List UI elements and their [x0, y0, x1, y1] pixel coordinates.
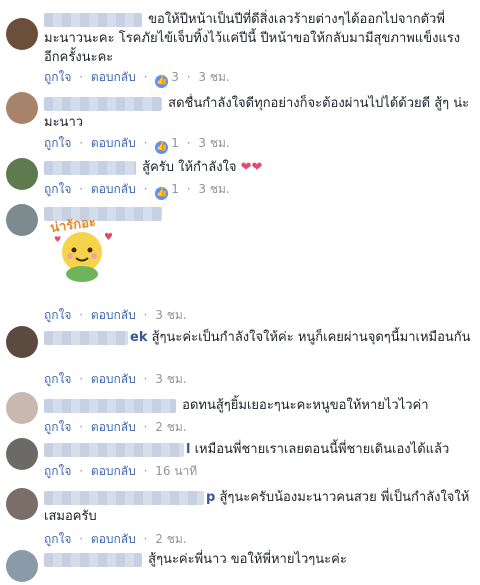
- commenter-name[interactable]: [44, 96, 162, 111]
- like-link[interactable]: ถูกใจ: [44, 70, 71, 84]
- timestamp[interactable]: 3 ชม.: [198, 70, 229, 84]
- commenter-name-tail[interactable]: ek: [130, 330, 147, 345]
- like-count[interactable]: 3: [171, 70, 179, 84]
- sticker[interactable]: น่ารักอะ ♥ ♥: [46, 214, 118, 286]
- reply-link[interactable]: ตอบกลับ: [91, 372, 136, 386]
- like-count[interactable]: 1: [171, 182, 179, 196]
- avatar[interactable]: [6, 438, 38, 470]
- comment-actions: ถูกใจ · ตอบกลับ · 16 นาที: [44, 464, 198, 478]
- timestamp[interactable]: 3 ชม.: [198, 182, 229, 196]
- reply-link[interactable]: ตอบกลับ: [91, 136, 136, 150]
- timestamp[interactable]: 2 ชม.: [155, 532, 186, 546]
- like-icon: 👍: [155, 187, 169, 200]
- reply-link[interactable]: ตอบกลับ: [91, 420, 136, 434]
- like-link[interactable]: ถูกใจ: [44, 464, 71, 478]
- commenter-name[interactable]: [44, 330, 128, 345]
- comment-text: สู้ครับ ให้กำลังใจ: [142, 160, 237, 175]
- comment-text: อดทนสู้ๆยิ้มเยอะๆนะคะหนูขอให้หายไวไวค่า: [182, 398, 429, 413]
- like-link[interactable]: ถูกใจ: [44, 420, 71, 434]
- timestamp[interactable]: 3 ชม.: [155, 308, 186, 322]
- commenter-name-tail[interactable]: p: [206, 490, 215, 505]
- svg-text:♥: ♥: [104, 232, 113, 243]
- commenter-name[interactable]: [44, 160, 136, 175]
- avatar[interactable]: [6, 18, 38, 50]
- heart-emoji: ❤❤: [240, 160, 263, 175]
- commenter-name[interactable]: [44, 552, 142, 567]
- avatar[interactable]: [6, 550, 38, 582]
- comment-actions: ถูกใจ · ตอบกลับ · 2 ชม.: [44, 420, 187, 434]
- comment-actions: ถูกใจ · ตอบกลับ · 2 ชม.: [44, 532, 187, 546]
- reply-link[interactable]: ตอบกลับ: [91, 464, 136, 478]
- avatar[interactable]: [6, 158, 38, 190]
- commenter-name[interactable]: [44, 12, 142, 27]
- like-link[interactable]: ถูกใจ: [44, 532, 71, 546]
- like-link[interactable]: ถูกใจ: [44, 308, 71, 322]
- avatar[interactable]: [6, 392, 38, 424]
- comment-actions: ถูกใจ · ตอบกลับ · 👍 3 · 3 ชม.: [44, 70, 230, 88]
- timestamp[interactable]: 16 นาที: [155, 464, 197, 478]
- reply-link[interactable]: ตอบกลับ: [91, 182, 136, 196]
- commenter-name-tail[interactable]: l: [186, 442, 190, 457]
- timestamp[interactable]: 3 ชม.: [155, 372, 186, 386]
- avatar[interactable]: [6, 92, 38, 124]
- like-count[interactable]: 1: [171, 136, 179, 150]
- timestamp[interactable]: 3 ชม.: [198, 136, 229, 150]
- commenter-name[interactable]: [44, 442, 184, 457]
- comment-list: ขอให้ปีหน้าเป็นปีที่ดีสิ่งเลวร้ายต่างๆได…: [0, 0, 480, 585]
- timestamp[interactable]: 2 ชม.: [155, 420, 186, 434]
- reply-link[interactable]: ตอบกลับ: [91, 532, 136, 546]
- reply-link[interactable]: ตอบกลับ: [91, 308, 136, 322]
- commenter-name[interactable]: [44, 398, 176, 413]
- comment-text: สู้ๆนะค่ะพี่นาว ขอให้พี่หายไวๆนะค่ะ: [148, 552, 347, 567]
- avatar[interactable]: [6, 488, 38, 520]
- avatar[interactable]: [6, 204, 38, 236]
- comment-actions: ถูกใจ · ตอบกลับ · 👍 1 · 3 ชม.: [44, 136, 230, 154]
- like-icon: 👍: [155, 75, 169, 88]
- comment-text: สู้ๆนะค่ะเป็นกำลังใจให้ค่ะ หนูก็เคยผ่านจ…: [151, 330, 471, 345]
- commenter-name[interactable]: [44, 490, 204, 505]
- like-icon: 👍: [155, 141, 169, 154]
- comment-actions: ถูกใจ · ตอบกลับ · 👍 1 · 3 ชม.: [44, 182, 230, 200]
- comment-actions: ถูกใจ · ตอบกลับ · 3 ชม.: [44, 372, 187, 386]
- reply-link[interactable]: ตอบกลับ: [91, 70, 136, 84]
- like-link[interactable]: ถูกใจ: [44, 372, 71, 386]
- avatar[interactable]: [6, 326, 38, 358]
- like-link[interactable]: ถูกใจ: [44, 136, 71, 150]
- comment-text: เหมือนพี่ชายเราเลยตอนนี้พี่ชายเดินเองได้…: [194, 442, 450, 457]
- comment-actions: ถูกใจ · ตอบกลับ · 3 ชม.: [44, 308, 187, 322]
- like-link[interactable]: ถูกใจ: [44, 182, 71, 196]
